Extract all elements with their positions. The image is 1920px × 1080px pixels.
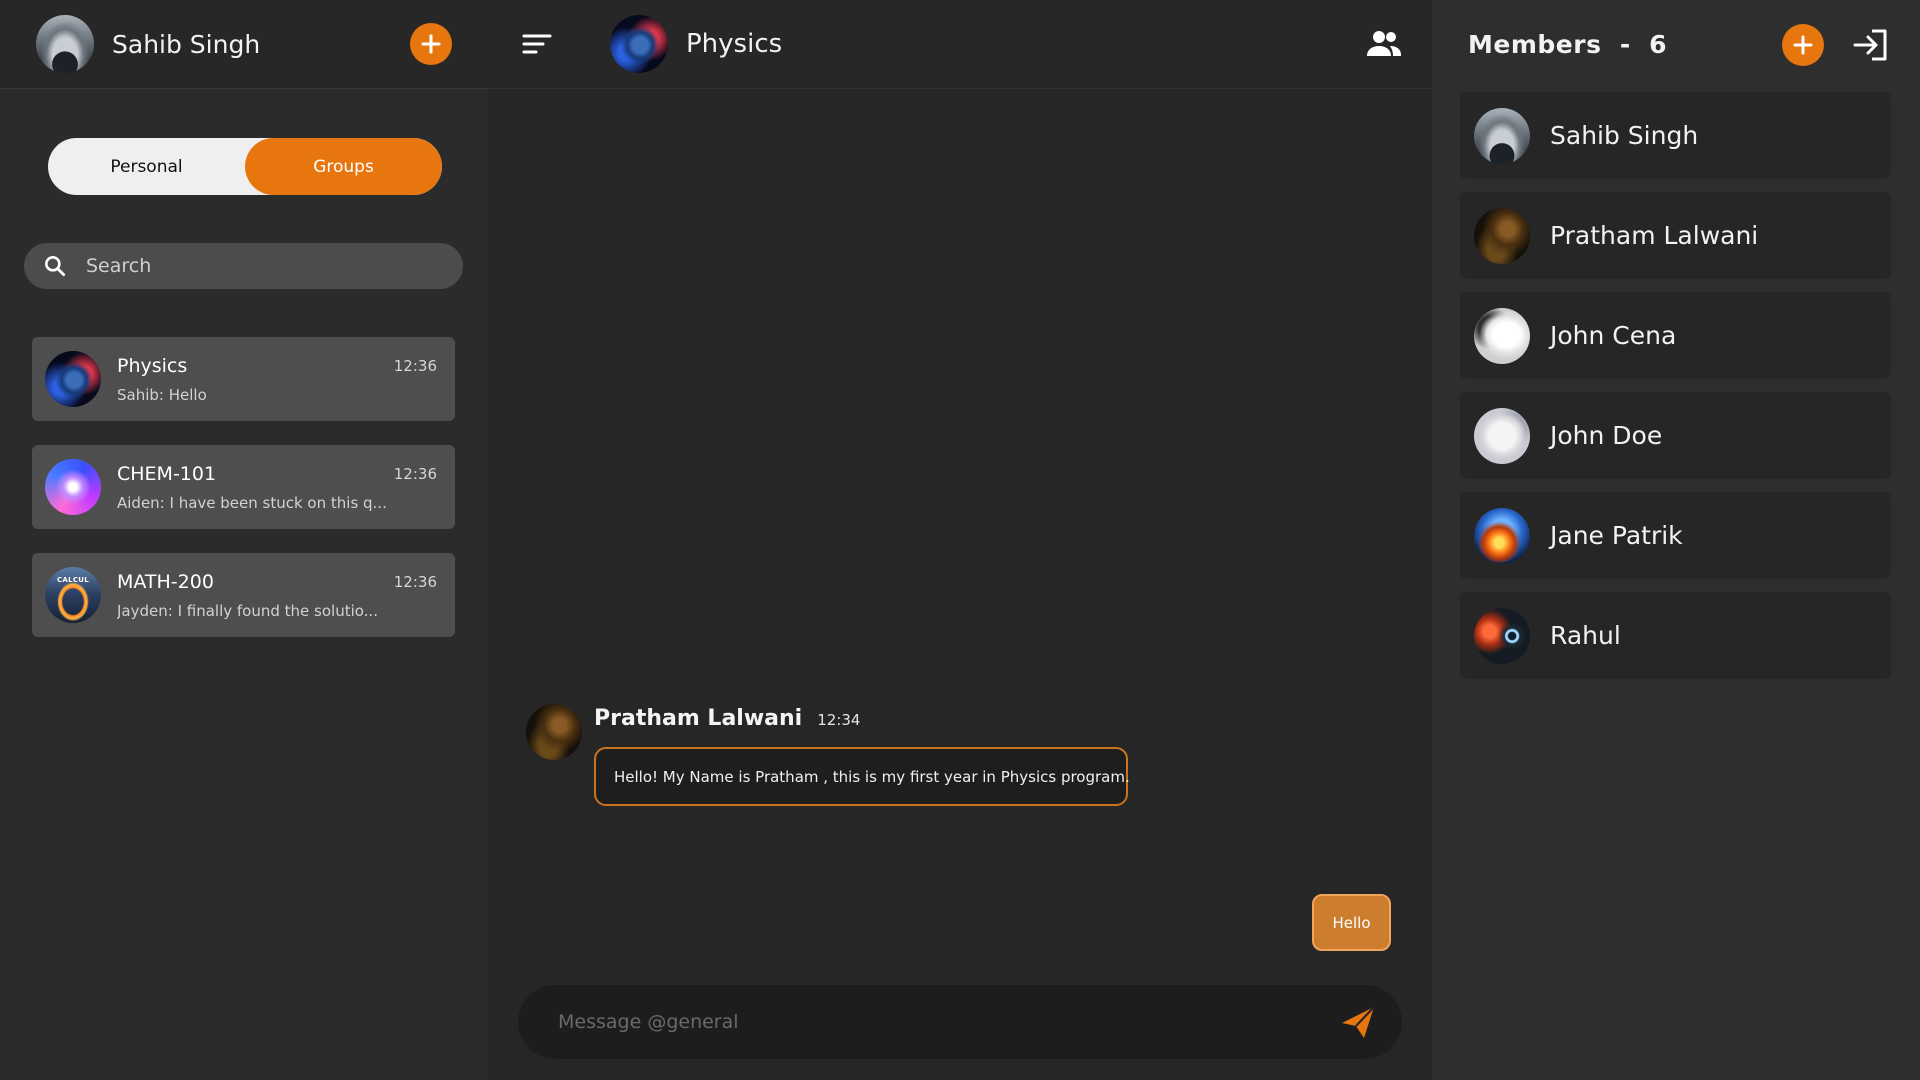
author-avatar <box>526 704 582 760</box>
atom-avatar <box>45 459 101 515</box>
members-icon[interactable] <box>1364 24 1404 64</box>
chat-item-physics[interactable]: Physics 12:36 Sahib: Hello <box>32 337 455 421</box>
members-header: Members - 6 <box>1432 0 1920 89</box>
profile-header: Sahib Singh <box>0 0 488 89</box>
chat-preview: Aiden: I have been stuck on this q... <box>117 493 387 512</box>
toggle-personal[interactable]: Personal <box>48 138 245 195</box>
chat-type-toggle: Personal Groups <box>48 138 442 195</box>
member-item[interactable]: Jane Patrik <box>1460 492 1891 579</box>
member-name: John Cena <box>1550 321 1677 350</box>
sort-menu-icon[interactable] <box>521 28 553 60</box>
toggle-groups[interactable]: Groups <box>245 138 442 195</box>
search-bar <box>24 243 463 289</box>
member-item[interactable]: Rahul <box>1460 592 1891 679</box>
chat-name: MATH-200 <box>117 570 214 593</box>
add-member-button[interactable] <box>1782 23 1824 66</box>
chat-list: Physics 12:36 Sahib: Hello CHEM-101 12:3… <box>32 337 455 661</box>
member-avatar <box>1474 607 1530 664</box>
member-item[interactable]: John Doe <box>1460 392 1891 479</box>
message-input[interactable] <box>558 1011 1338 1033</box>
search-icon <box>45 256 66 277</box>
member-avatar <box>1474 107 1530 164</box>
member-avatar <box>1474 307 1530 364</box>
message-composer <box>518 985 1402 1059</box>
avatar-logo-text: CALCUL <box>56 576 90 584</box>
member-item[interactable]: Sahib Singh <box>1460 92 1891 179</box>
chat-time: 12:36 <box>393 356 437 375</box>
members-list: Sahib Singh Pratham Lalwani John Cena Jo… <box>1460 92 1891 692</box>
new-chat-button[interactable] <box>410 23 452 65</box>
chat-name: Physics <box>117 354 188 377</box>
message-bubble: Hello! My Name is Pratham , this is my f… <box>594 747 1130 806</box>
member-name: Jane Patrik <box>1550 521 1683 550</box>
earth-avatar <box>45 351 101 407</box>
group-avatar <box>610 15 668 73</box>
chat-list-panel: Sahib Singh Personal Groups Physics 12:3… <box>0 0 488 1080</box>
chat-name: CHEM-101 <box>117 462 217 485</box>
chat-preview: Sahib: Hello <box>117 385 207 404</box>
member-item[interactable]: Pratham Lalwani <box>1460 192 1891 279</box>
chat-item-chem-101[interactable]: CHEM-101 12:36 Aiden: I have been stuck … <box>32 445 455 529</box>
member-name: John Doe <box>1550 421 1663 450</box>
member-item[interactable]: John Cena <box>1460 292 1891 379</box>
members-title: Members - 6 <box>1468 30 1668 59</box>
chat-time: 12:36 <box>393 572 437 591</box>
user-name: Sahib Singh <box>112 29 261 59</box>
calculus-avatar: CALCUL <box>45 567 101 623</box>
user-avatar[interactable] <box>36 15 94 73</box>
member-name: Pratham Lalwani <box>1550 221 1759 250</box>
conversation-header: Physics <box>488 0 1432 89</box>
chat-time: 12:36 <box>393 464 437 483</box>
members-panel: Members - 6 Sahib Singh Pratham Lalwani … <box>1432 0 1920 1080</box>
member-name: Sahib Singh <box>1550 121 1699 150</box>
send-icon[interactable] <box>1338 1002 1378 1042</box>
conversation-panel: Physics Pratham Lalwani 12:34 Hello! My … <box>488 0 1432 1080</box>
plus-icon <box>1793 35 1813 54</box>
message-author: Pratham Lalwani <box>594 706 803 731</box>
exit-group-icon[interactable] <box>1852 26 1890 64</box>
group-name: Physics <box>686 29 783 59</box>
my-message-bubble: Hello <box>1312 894 1391 951</box>
search-input[interactable] <box>86 255 416 277</box>
member-name: Rahul <box>1550 621 1621 650</box>
member-avatar <box>1474 407 1530 464</box>
member-avatar <box>1474 507 1530 564</box>
chat-item-math-200[interactable]: CALCUL MATH-200 12:36 Jayden: I finally … <box>32 553 455 637</box>
message-time: 12:34 <box>817 711 861 729</box>
chat-preview: Jayden: I finally found the solutio... <box>117 601 378 620</box>
plus-icon <box>421 34 441 54</box>
member-avatar <box>1474 207 1530 264</box>
